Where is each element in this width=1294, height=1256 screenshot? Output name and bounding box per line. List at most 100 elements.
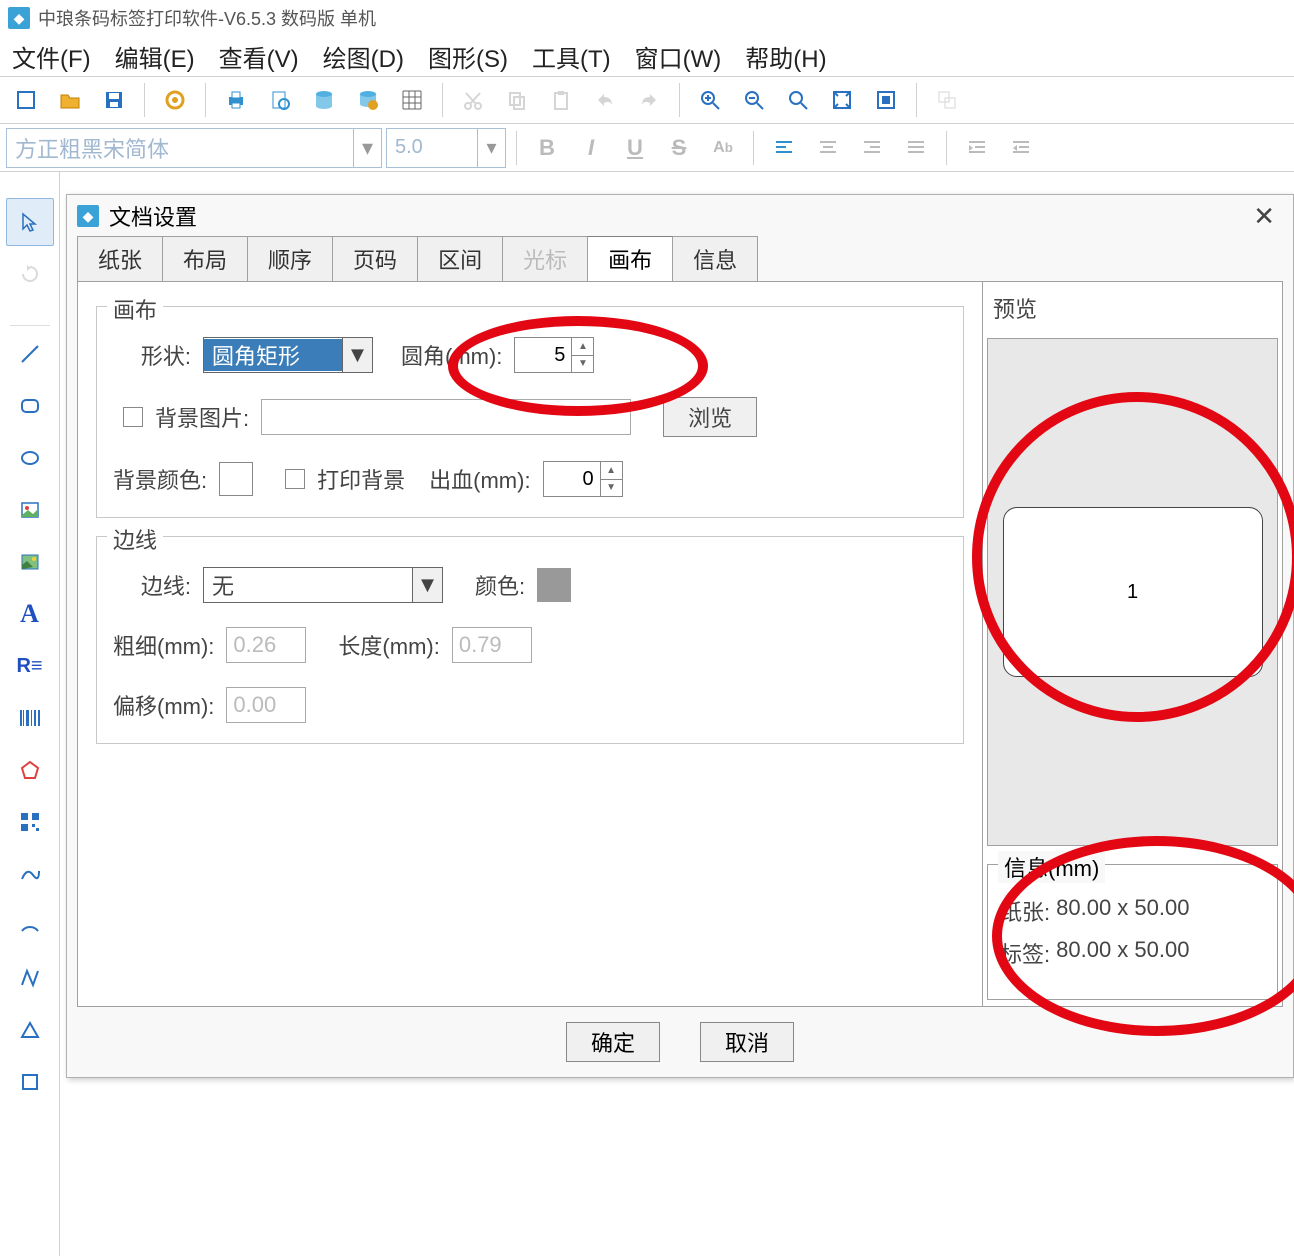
richtext-tool-icon[interactable]: R≡: [6, 642, 54, 690]
bgcolor-swatch[interactable]: [219, 462, 253, 496]
spin-up-icon[interactable]: ▲: [572, 338, 593, 356]
ok-button[interactable]: 确定: [566, 1022, 660, 1062]
curve-tool-icon[interactable]: [6, 850, 54, 898]
zoom-out-icon[interactable]: [734, 81, 774, 119]
label-preview: 1: [1003, 507, 1263, 677]
printbg-checkbox[interactable]: [285, 469, 305, 489]
align-center-icon[interactable]: [808, 129, 848, 167]
font-name-value: 方正粗黑宋简体: [15, 132, 169, 164]
corner-spinner[interactable]: ▲▼: [514, 337, 594, 373]
spin-up-icon[interactable]: ▲: [601, 462, 622, 480]
chevron-down-icon[interactable]: ▾: [353, 129, 381, 167]
underline-icon[interactable]: U: [615, 129, 655, 167]
border-combo[interactable]: 无 ▼: [203, 567, 443, 603]
tab-order[interactable]: 顺序: [247, 236, 333, 281]
thickness-label: 粗细(mm):: [113, 629, 214, 661]
database-gear-icon[interactable]: [348, 81, 388, 119]
arc-tool-icon[interactable]: [6, 902, 54, 950]
menu-file[interactable]: 文件(F): [12, 39, 91, 74]
fit-width-icon[interactable]: [866, 81, 906, 119]
dialog-title: 文档设置: [109, 200, 197, 232]
indent-icon[interactable]: [957, 129, 997, 167]
fit-page-icon[interactable]: [822, 81, 862, 119]
print-preview-icon[interactable]: [260, 81, 300, 119]
italic-icon[interactable]: I: [571, 129, 611, 167]
spin-down-icon[interactable]: ▼: [572, 356, 593, 373]
image-tool-icon[interactable]: [6, 486, 54, 534]
close-icon[interactable]: ✕: [1245, 201, 1283, 232]
preview-title: 预览: [987, 288, 1278, 328]
menu-shape[interactable]: 图形(S): [428, 39, 508, 74]
menu-tools[interactable]: 工具(T): [532, 39, 611, 74]
dialog-icon: ◆: [77, 205, 99, 227]
save-icon[interactable]: [94, 81, 134, 119]
open-icon[interactable]: [50, 81, 90, 119]
zoom-icon[interactable]: [778, 81, 818, 119]
strike-icon[interactable]: S: [659, 129, 699, 167]
outdent-icon[interactable]: [1001, 129, 1041, 167]
spin-down-icon[interactable]: ▼: [601, 480, 622, 497]
tab-info[interactable]: 信息: [672, 236, 758, 281]
font-name-select[interactable]: 方正粗黑宋简体 ▾: [6, 128, 382, 168]
paste-icon[interactable]: [541, 81, 581, 119]
text-tool-icon[interactable]: A: [6, 590, 54, 638]
border-value: 无: [204, 569, 412, 601]
shape-combo[interactable]: 圆角矩形 ▼: [203, 337, 373, 373]
shape-tool-icon[interactable]: [6, 1058, 54, 1106]
barcode-tool-icon[interactable]: [6, 694, 54, 742]
tab-canvas[interactable]: 画布: [587, 236, 673, 281]
grid-icon[interactable]: [392, 81, 432, 119]
align-left-icon[interactable]: [764, 129, 804, 167]
bgimg-path-input[interactable]: [261, 399, 631, 435]
triangle-tool-icon[interactable]: [6, 1006, 54, 1054]
titlebar: ◆ 中琅条码标签打印软件-V6.5.3 数码版 单机: [0, 0, 1294, 36]
tab-layout[interactable]: 布局: [162, 236, 248, 281]
database-icon[interactable]: [304, 81, 344, 119]
polygon-tool-icon[interactable]: [6, 746, 54, 794]
new-doc-icon[interactable]: [6, 81, 46, 119]
bgimg-checkbox[interactable]: [123, 407, 143, 427]
menu-help[interactable]: 帮助(H): [745, 39, 826, 74]
chevron-down-icon[interactable]: ▼: [342, 338, 372, 372]
bezier-tool-icon[interactable]: [6, 954, 54, 1002]
menu-draw[interactable]: 绘图(D): [323, 39, 404, 74]
tab-range[interactable]: 区间: [417, 236, 503, 281]
corner-value[interactable]: [515, 338, 571, 372]
gear-icon[interactable]: [155, 81, 195, 119]
menu-edit[interactable]: 编辑(E): [115, 39, 195, 74]
bgimg-label: 背景图片:: [155, 401, 249, 433]
chevron-down-icon[interactable]: ▼: [412, 568, 442, 602]
tab-page[interactable]: 页码: [332, 236, 418, 281]
info-title: 信息(mm): [998, 851, 1105, 883]
align-justify-icon[interactable]: [896, 129, 936, 167]
line-tool-icon[interactable]: [6, 330, 54, 378]
cut-icon[interactable]: [453, 81, 493, 119]
menu-view[interactable]: 查看(V): [219, 39, 299, 74]
rotate-tool-icon[interactable]: [6, 250, 54, 298]
info-label-label: 标签:: [1000, 937, 1050, 969]
redo-icon[interactable]: [629, 81, 669, 119]
border-color-swatch[interactable]: [537, 568, 571, 602]
bleed-value[interactable]: [544, 462, 600, 496]
font-size-select[interactable]: 5.0 ▾: [386, 128, 506, 168]
picture-tool-icon[interactable]: [6, 538, 54, 586]
layers-icon[interactable]: [927, 81, 967, 119]
cancel-button[interactable]: 取消: [700, 1022, 794, 1062]
canvas-group: 画布 形状: 圆角矩形 ▼ 圆角(mm): ▲▼: [96, 306, 964, 518]
pointer-tool-icon[interactable]: [6, 198, 54, 246]
zoom-in-icon[interactable]: [690, 81, 730, 119]
superscript-icon[interactable]: Ab: [703, 129, 743, 167]
bleed-spinner[interactable]: ▲▼: [543, 461, 623, 497]
menu-window[interactable]: 窗口(W): [635, 39, 722, 74]
undo-icon[interactable]: [585, 81, 625, 119]
align-right-icon[interactable]: [852, 129, 892, 167]
rounded-rect-tool-icon[interactable]: [6, 382, 54, 430]
qrcode-tool-icon[interactable]: [6, 798, 54, 846]
browse-button[interactable]: 浏览: [663, 397, 757, 437]
chevron-down-icon[interactable]: ▾: [477, 129, 505, 167]
ellipse-tool-icon[interactable]: [6, 434, 54, 482]
print-icon[interactable]: [216, 81, 256, 119]
tab-paper[interactable]: 纸张: [77, 236, 163, 281]
bold-icon[interactable]: B: [527, 129, 567, 167]
copy-icon[interactable]: [497, 81, 537, 119]
